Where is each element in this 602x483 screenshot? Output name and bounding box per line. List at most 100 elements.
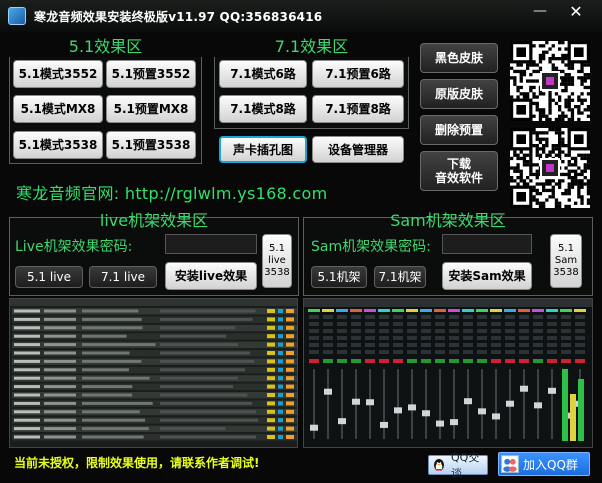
close-button[interactable]: ✕ xyxy=(557,4,595,22)
sam-preview-channel-tag xyxy=(490,309,502,312)
live-preview-indicator xyxy=(278,359,283,364)
sam-71-button[interactable]: 7.1机架 xyxy=(374,266,426,288)
sam-preview-fader-cap xyxy=(534,402,542,409)
live-preview-indicator xyxy=(267,325,275,330)
sam-preview-channel-tag xyxy=(406,309,418,312)
minimize-button[interactable]: — xyxy=(525,4,555,22)
sam-preview-channel-tag xyxy=(574,309,586,312)
live-preview-indicator xyxy=(278,317,283,322)
sam-preview-channel-tag xyxy=(350,309,362,312)
sam-preview-fader-track xyxy=(327,369,329,439)
sam-preview-channel-tag xyxy=(476,309,488,312)
sam-preview-channel-tag xyxy=(462,309,474,312)
sam-preview-fader-track xyxy=(453,369,455,439)
qr-logo-mark xyxy=(546,164,554,172)
sam-preview-channel-tag xyxy=(322,309,334,312)
sam-preview-button xyxy=(351,359,361,363)
btn-71-mode-8ch[interactable]: 7.1模式8路 xyxy=(219,95,307,123)
live-preview-indicator xyxy=(278,401,283,406)
btn-51-preset-3552[interactable]: 5.1预置3552 xyxy=(106,60,196,88)
live-71-button[interactable]: 7.1 live xyxy=(89,266,157,288)
official-website-link[interactable]: 寒龙音频官网: http://rglwlm.ys168.com xyxy=(16,180,328,204)
qq-group-icon xyxy=(501,455,519,473)
sam-preview-button xyxy=(491,359,501,363)
sam-preview-fader-cap xyxy=(394,407,402,414)
sam-preview-button xyxy=(505,359,515,363)
join-qq-group-button[interactable]: 加入QQ群 xyxy=(498,452,590,476)
live-password-input[interactable] xyxy=(165,234,257,254)
sam-preview-fader-cap xyxy=(422,410,430,417)
qr-finder-inner xyxy=(516,134,526,144)
qr-finder-inner xyxy=(516,47,526,57)
btn-51-mode-3552[interactable]: 5.1模式3552 xyxy=(13,60,103,88)
join-qq-group-label: 加入QQ群 xyxy=(523,457,578,472)
live-preview-indicator xyxy=(286,367,294,372)
sam-51-3538-button[interactable]: 5.1 Sam 3538 xyxy=(550,234,582,288)
jack-diagram-button[interactable]: 声卡插孔图 xyxy=(219,136,307,163)
qr-code-1-graphic xyxy=(510,41,590,121)
live-preview-indicator xyxy=(278,309,283,313)
live-preview-indicator xyxy=(286,342,294,347)
live-51-button[interactable]: 5.1 live xyxy=(15,266,83,288)
btn-71-preset-6ch[interactable]: 7.1预置6路 xyxy=(312,60,404,88)
original-skin-button[interactable]: 原版皮肤 xyxy=(420,79,498,109)
live-preview-indicator xyxy=(286,435,294,439)
delete-preset-button[interactable]: 删除预置 xyxy=(420,115,498,145)
sam-preview-button xyxy=(337,359,347,363)
sam-preview-channel-tag xyxy=(364,309,376,312)
live-preview-indicator xyxy=(286,426,294,431)
device-manager-button[interactable]: 设备管理器 xyxy=(312,136,404,163)
qq-chat-button[interactable]: QQ交谈 xyxy=(428,451,488,480)
title-bar[interactable]: 寒龙音频效果安装终极版v11.97 QQ:356836416 — ✕ xyxy=(0,0,602,32)
btn-51-preset-mx8[interactable]: 5.1预置MX8 xyxy=(106,95,196,123)
install-live-button[interactable]: 安装live效果 xyxy=(165,262,257,290)
btn-71-mode-6ch[interactable]: 7.1模式6路 xyxy=(219,60,307,88)
panel-sam-title: Sam机架效果区 xyxy=(390,211,506,230)
live-preview-indicator xyxy=(267,384,275,389)
live-preview-indicator xyxy=(267,393,275,397)
download-label-line1: 下载 xyxy=(446,157,471,171)
sam-preview-fader-cap xyxy=(408,404,416,411)
live-preview-indicator xyxy=(267,359,275,364)
live-preview-indicator xyxy=(267,418,275,423)
btn-71-preset-8ch[interactable]: 7.1预置8路 xyxy=(312,95,404,123)
live-preview-indicator xyxy=(267,351,275,355)
qr-code-1 xyxy=(510,41,590,121)
live-side-line2: live xyxy=(268,255,286,266)
sam-password-input[interactable] xyxy=(442,234,532,254)
panel-71-title: 7.1效果区 xyxy=(214,33,409,57)
sam-rack-preview xyxy=(303,298,593,448)
qq-penguin-icon xyxy=(434,459,444,471)
sam-preview-button xyxy=(309,359,319,363)
sam-preview-fader-cap xyxy=(310,424,318,431)
live-preview-indicator xyxy=(267,309,275,313)
btn-51-mode-3538[interactable]: 5.1模式3538 xyxy=(13,131,103,159)
qr-finder-inner xyxy=(574,47,584,57)
app-icon xyxy=(8,7,26,25)
live-preview-indicator xyxy=(278,334,283,339)
sam-password-label: Sam机架效果密码: xyxy=(311,239,431,255)
qr-finder-inner xyxy=(516,192,526,202)
sam-preview-fader-cap xyxy=(380,421,388,428)
btn-51-preset-3538[interactable]: 5.1预置3538 xyxy=(106,131,196,159)
sam-51-button[interactable]: 5.1机架 xyxy=(311,266,367,288)
sam-preview-button xyxy=(463,359,473,363)
live-preview-indicator xyxy=(267,342,275,347)
sam-preview-fader-cap xyxy=(464,398,472,405)
live-preview-indicator xyxy=(286,384,294,389)
sam-rack-preview-graphic xyxy=(304,299,592,447)
sam-preview-channel-tag xyxy=(434,309,446,312)
sam-preview-fader-track xyxy=(495,369,497,439)
download-software-button[interactable]: 下载 音效软件 xyxy=(420,151,498,191)
sam-preview-fader-track xyxy=(411,369,413,439)
live-preview-indicator xyxy=(286,317,294,322)
install-sam-button[interactable]: 安装Sam效果 xyxy=(442,262,532,290)
sam-preview-fader-cap xyxy=(450,419,458,426)
live-preview-indicator xyxy=(267,376,275,381)
btn-51-mode-mx8[interactable]: 5.1模式MX8 xyxy=(13,95,103,123)
sam-preview-button xyxy=(575,359,585,363)
sam-preview-toolbar xyxy=(304,299,592,307)
live-rack-preview-graphic xyxy=(10,299,297,447)
live-51-3538-button[interactable]: 5.1 live 3538 xyxy=(262,234,292,288)
black-skin-button[interactable]: 黑色皮肤 xyxy=(420,43,498,73)
